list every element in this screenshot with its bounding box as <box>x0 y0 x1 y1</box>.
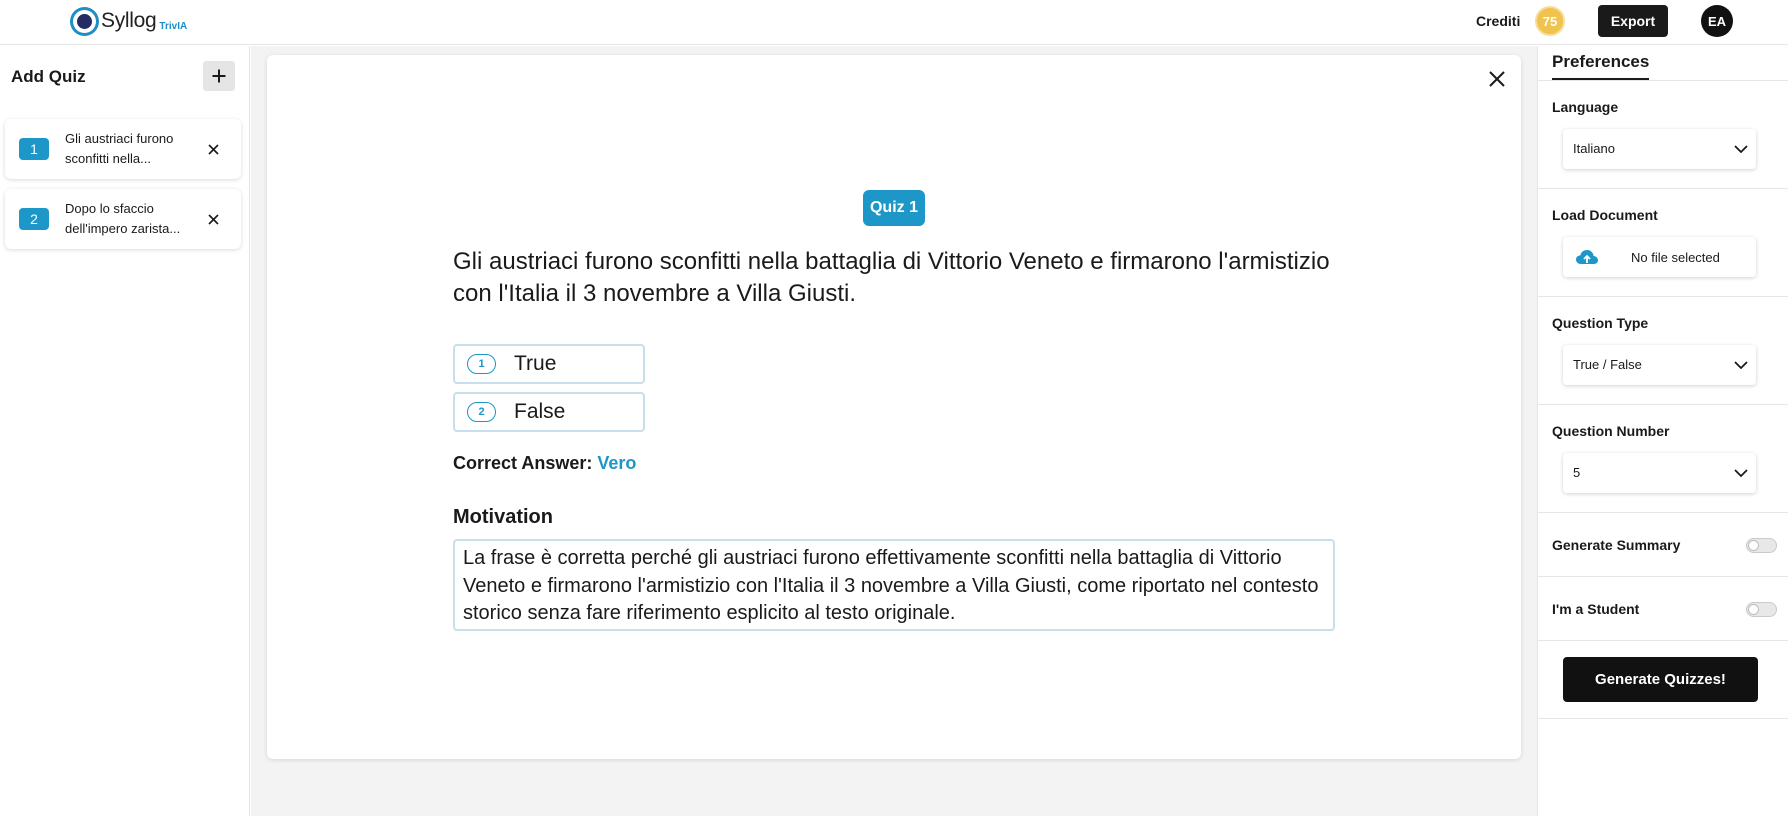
question-type-select[interactable]: True / False <box>1563 345 1756 385</box>
remove-quiz-button[interactable] <box>203 139 223 159</box>
quiz-list-text: Dopo lo sfaccio dell'impero zarista... <box>65 201 181 236</box>
section-divider <box>1538 188 1788 189</box>
sidebar-title: Add Quiz <box>11 67 86 86</box>
section-divider <box>1538 296 1788 297</box>
student-toggle[interactable] <box>1746 602 1777 617</box>
question-number-label: Question Number <box>1552 423 1670 439</box>
tab-preferences[interactable]: Preferences <box>1552 52 1650 80</box>
option-number: 1 <box>467 354 496 374</box>
logo-subtitle: TrivIA <box>159 20 188 32</box>
remove-quiz-button[interactable] <box>203 209 223 229</box>
answer-option[interactable]: 1 True <box>453 344 645 384</box>
toggle-knob <box>1748 604 1759 615</box>
chevron-down-icon <box>1734 361 1748 370</box>
quiz-list-text: Gli austriaci furono sconfitti nella... <box>65 131 174 166</box>
top-header: Syllog TrivIA Crediti 75 Export EA <box>0 0 1788 45</box>
section-divider <box>1538 576 1788 577</box>
generate-quizzes-button[interactable]: Generate Quizzes! <box>1563 657 1758 702</box>
section-divider <box>1538 512 1788 513</box>
question-type-value: True / False <box>1573 357 1642 372</box>
credits-badge: 75 <box>1535 6 1565 36</box>
close-icon <box>1489 71 1505 87</box>
answer-option[interactable]: 2 False <box>453 392 645 432</box>
chevron-down-icon <box>1734 469 1748 478</box>
export-button[interactable]: Export <box>1598 5 1668 37</box>
correct-answer: Correct Answer: Vero <box>453 453 636 474</box>
cloud-upload-icon <box>1576 250 1598 264</box>
section-divider <box>1538 718 1788 719</box>
file-status-text: No file selected <box>1631 250 1720 265</box>
generate-summary-label: Generate Summary <box>1552 537 1681 553</box>
plus-icon <box>212 69 226 83</box>
quiz-number-badge: 2 <box>19 208 49 230</box>
question-number-value: 5 <box>1573 465 1581 480</box>
logo[interactable]: Syllog TrivIA <box>70 6 187 36</box>
toggle-knob <box>1748 540 1759 551</box>
logo-text: Syllog <box>101 9 157 32</box>
motivation-textarea[interactable]: La frase è corretta perché gli austriaci… <box>453 539 1335 631</box>
student-label: I'm a Student <box>1552 601 1640 617</box>
add-quiz-button[interactable] <box>203 61 235 91</box>
option-number: 2 <box>467 402 496 422</box>
motivation-title: Motivation <box>453 506 553 528</box>
question-type-label: Question Type <box>1552 315 1649 331</box>
question-number-select[interactable]: 5 <box>1563 453 1756 493</box>
quiz-list-item[interactable]: 2 Dopo lo sfaccio dell'impero zarista... <box>5 189 241 249</box>
logo-mark-icon <box>70 6 99 36</box>
correct-answer-label: Correct Answer: <box>453 453 593 473</box>
chevron-down-icon <box>1734 145 1748 154</box>
avatar[interactable]: EA <box>1701 5 1733 37</box>
language-label: Language <box>1552 99 1619 115</box>
quiz-list-item[interactable]: 1 Gli austriaci furono sconfitti nella..… <box>5 119 241 179</box>
load-document-button[interactable]: No file selected <box>1563 237 1756 277</box>
close-icon <box>207 143 219 155</box>
credits-label: Crediti <box>1476 13 1521 29</box>
quiz-sidebar: Add Quiz 1 Gli austriaci furono sconfitt… <box>0 46 250 816</box>
close-quiz-button[interactable] <box>1485 67 1509 91</box>
tab-underline-divider <box>1538 80 1788 81</box>
quiz-title-badge: Quiz 1 <box>863 190 925 226</box>
section-divider <box>1538 640 1788 641</box>
close-icon <box>207 213 219 225</box>
correct-answer-value: Vero <box>597 453 637 473</box>
option-label: True <box>514 352 557 375</box>
quiz-number-badge: 1 <box>19 138 49 160</box>
language-value: Italiano <box>1573 141 1615 156</box>
generate-summary-toggle[interactable] <box>1746 538 1777 553</box>
question-text: Gli austriaci furono sconfitti nella bat… <box>453 248 1330 307</box>
section-divider <box>1538 404 1788 405</box>
language-select[interactable]: Italiano <box>1563 129 1756 169</box>
load-document-label: Load Document <box>1552 207 1658 223</box>
option-label: False <box>514 400 566 423</box>
